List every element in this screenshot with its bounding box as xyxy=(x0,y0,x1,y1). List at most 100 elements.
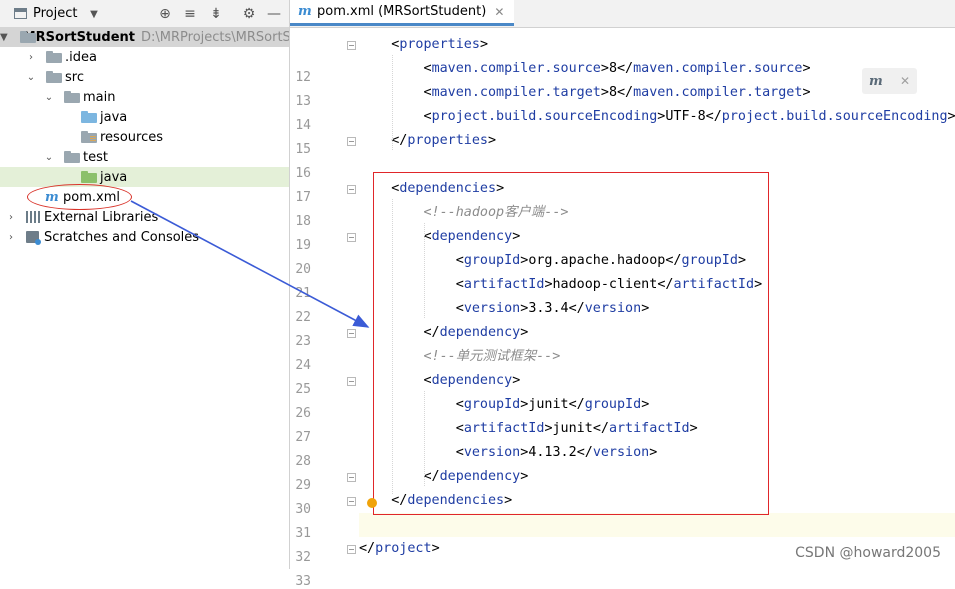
scratches-icon xyxy=(26,231,41,245)
tree-item-src[interactable]: ⌄ src xyxy=(0,67,289,87)
tree-item-main[interactable]: ⌄ main xyxy=(0,87,289,107)
tree-item-test-java[interactable]: java xyxy=(0,167,289,187)
fold-marker-icon[interactable] xyxy=(347,497,356,506)
folder-icon xyxy=(46,51,62,63)
tab-pom-xml[interactable]: m pom.xml (MRSortStudent) ✕ xyxy=(290,0,515,26)
hide-icon[interactable]: — xyxy=(264,4,284,24)
indent-guide xyxy=(424,239,425,294)
code-line[interactable]: <!--hadoop客户端--> xyxy=(359,201,955,225)
code-line[interactable]: <dependency> xyxy=(359,225,955,249)
tree-item-label: test xyxy=(83,149,108,165)
indent-guide xyxy=(392,55,393,150)
tree-item-scratches[interactable]: › Scratches and Consoles xyxy=(0,227,289,247)
code-line[interactable]: <artifactId>hadoop-client</artifactId> xyxy=(359,273,955,297)
project-panel: Project ▼ ⊕ ≡ ⇟ ⚙ — ▼ MRSortStudent D:\M… xyxy=(0,0,290,569)
chevron-down-icon[interactable]: ⌄ xyxy=(43,152,55,163)
fold-marker-icon[interactable] xyxy=(347,41,356,50)
tab-label: pom.xml (MRSortStudent) xyxy=(317,4,487,19)
line-number: 15 xyxy=(295,142,311,157)
code-line[interactable] xyxy=(359,513,955,537)
code-line[interactable]: <project.build.sourceEncoding>UTF-8</pro… xyxy=(359,105,955,129)
line-number: 21 xyxy=(295,286,311,301)
collapse-all-icon[interactable]: ⇟ xyxy=(206,4,226,24)
fold-marker-icon[interactable] xyxy=(347,233,356,242)
line-number: 17 xyxy=(295,190,311,205)
maven-reload-icon[interactable]: m xyxy=(869,74,884,89)
line-number: 32 xyxy=(295,550,311,565)
line-number: 18 xyxy=(295,214,311,229)
fold-marker-icon[interactable] xyxy=(347,329,356,338)
tree-item-label: resources xyxy=(100,129,164,145)
code-line[interactable]: <artifactId>junit</artifactId> xyxy=(359,417,955,441)
tree-item-label: main xyxy=(83,89,116,105)
code-line[interactable] xyxy=(359,153,955,177)
code-line[interactable]: </dependency> xyxy=(359,465,955,489)
line-number: 27 xyxy=(295,430,311,445)
tree-item-test[interactable]: ⌄ test xyxy=(0,147,289,167)
code-line[interactable]: </dependencies> xyxy=(359,489,955,513)
project-path: D:\MRProjects\MRSortStudent xyxy=(141,29,290,45)
fold-marker-icon[interactable] xyxy=(347,545,356,554)
tree-item-main-java[interactable]: java xyxy=(0,107,289,127)
tree-item-idea[interactable]: › .idea xyxy=(0,47,289,67)
gear-icon[interactable]: ⚙ xyxy=(239,4,259,24)
chevron-down-icon[interactable]: ▼ xyxy=(84,4,104,24)
maven-icon: m xyxy=(45,189,59,205)
fold-marker-icon[interactable] xyxy=(347,137,356,146)
locate-icon[interactable]: ⊕ xyxy=(155,4,175,24)
line-number: 23 xyxy=(295,334,311,349)
fold-marker-icon[interactable] xyxy=(347,377,356,386)
chevron-right-icon[interactable]: › xyxy=(25,52,37,63)
chevron-right-icon[interactable]: › xyxy=(5,212,17,223)
source-folder-icon xyxy=(81,111,97,123)
folder-icon xyxy=(64,151,80,163)
expand-all-icon[interactable]: ≡ xyxy=(180,4,200,24)
fold-marker-icon[interactable] xyxy=(347,473,356,482)
tree-item-project-root[interactable]: ▼ MRSortStudent D:\MRProjects\MRSortStud… xyxy=(0,27,289,47)
maven-reload-badge[interactable]: m ✕ xyxy=(862,68,917,94)
project-view-label[interactable]: Project xyxy=(33,6,77,21)
tree-item-label: External Libraries xyxy=(44,209,159,225)
lightbulb-icon[interactable] xyxy=(367,498,377,508)
indent-guide xyxy=(424,407,425,462)
tree-item-label: Scratches and Consoles xyxy=(44,229,200,245)
code-line[interactable]: <!--单元测试框架--> xyxy=(359,345,955,369)
line-number: 19 xyxy=(295,238,311,253)
tree-item-external-libraries[interactable]: › External Libraries xyxy=(0,207,289,227)
tree-item-pom[interactable]: m pom.xml xyxy=(0,187,289,207)
line-number: 14 xyxy=(295,118,311,133)
tree-item-label: src xyxy=(65,69,84,85)
chevron-down-icon[interactable]: ▼ xyxy=(0,32,8,43)
line-number: 29 xyxy=(295,478,311,493)
fold-marker-icon[interactable] xyxy=(347,185,356,194)
line-number: 20 xyxy=(295,262,311,277)
project-toolbar: Project ▼ ⊕ ≡ ⇟ ⚙ — xyxy=(0,0,289,28)
chevron-right-icon[interactable]: › xyxy=(5,232,17,243)
code-line[interactable]: <groupId>junit</groupId> xyxy=(359,393,955,417)
chevron-down-icon[interactable]: ⌄ xyxy=(43,92,55,103)
tree-item-resources[interactable]: resources xyxy=(0,127,289,147)
maven-icon: m xyxy=(298,4,312,19)
code-line[interactable]: <version>3.3.4</version> xyxy=(359,297,955,321)
code-line[interactable]: <version>4.13.2</version> xyxy=(359,441,955,465)
code-line[interactable]: </dependency> xyxy=(359,321,955,345)
close-icon[interactable]: ✕ xyxy=(494,5,504,19)
code-line[interactable]: <dependencies> xyxy=(359,177,955,201)
code-line[interactable]: <groupId>org.apache.hadoop</groupId> xyxy=(359,249,955,273)
close-icon[interactable]: ✕ xyxy=(900,74,910,88)
chevron-down-icon[interactable]: ⌄ xyxy=(25,72,37,83)
watermark: CSDN @howard2005 xyxy=(795,545,941,561)
tree-item-label: java xyxy=(100,109,128,125)
line-number: 28 xyxy=(295,454,311,469)
editor-area[interactable]: m pom.xml (MRSortStudent) ✕ 12 13 14 15 16 17… xyxy=(290,0,955,589)
editor-tab-bar: m pom.xml (MRSortStudent) ✕ xyxy=(290,0,955,28)
project-view-icon xyxy=(14,8,27,19)
code-line[interactable]: </properties> xyxy=(359,129,955,153)
line-number: 31 xyxy=(295,526,311,541)
line-number: 30 xyxy=(295,502,311,517)
tree-item-label: .idea xyxy=(65,49,97,65)
line-number: 25 xyxy=(295,382,311,397)
code-line[interactable]: <dependency> xyxy=(359,369,955,393)
code-line[interactable]: <properties> xyxy=(359,33,955,57)
folder-icon xyxy=(46,71,62,83)
